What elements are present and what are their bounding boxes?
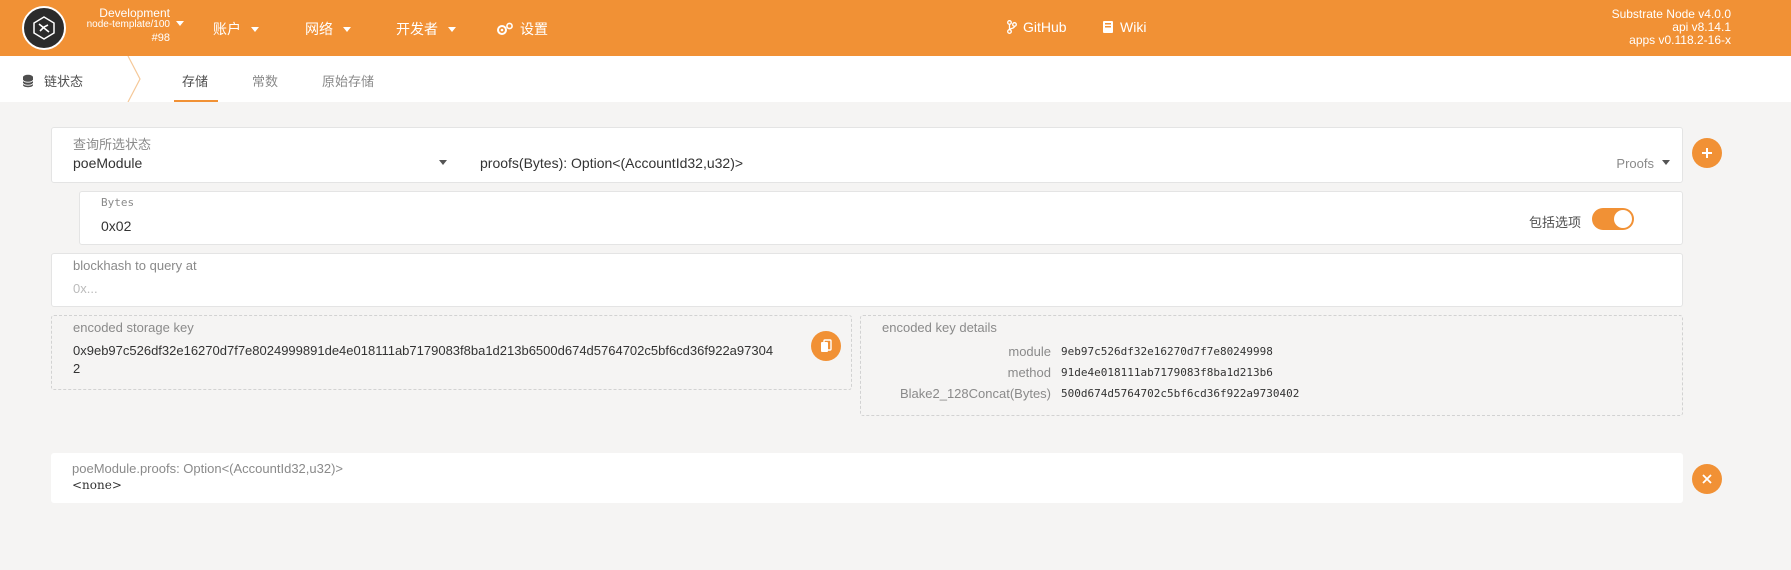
github-link[interactable]: GitHub: [1007, 19, 1067, 35]
chevron-down-icon: [439, 160, 447, 165]
menu-developer[interactable]: 开发者: [396, 19, 456, 39]
chevron-down-icon: [343, 26, 351, 32]
active-tab-indicator: [174, 100, 218, 102]
key-details-label: encoded key details: [882, 320, 997, 335]
menu-developer-label: 开发者: [396, 21, 438, 37]
module-value: poeModule: [73, 155, 143, 171]
breadcrumb-separator: [127, 56, 141, 102]
key-detail-name: module: [1008, 344, 1051, 359]
version-info: Substrate Node v4.0.0 api v8.14.1 apps v…: [1612, 8, 1731, 47]
blockhash-input[interactable]: 0x...: [73, 281, 98, 296]
apps-version: apps v0.118.2-16-x: [1629, 33, 1731, 47]
top-navigation-bar: Development node-template/100 #98 账户 网络 …: [0, 0, 1791, 56]
key-detail-value: 9eb97c526df32e16270d7f7e80249998: [1061, 345, 1273, 358]
menu-network-label: 网络: [305, 21, 333, 37]
wiki-label: Wiki: [1120, 19, 1147, 35]
method-dropdown[interactable]: proofs(Bytes): Option<(AccountId32,u32)>…: [452, 128, 1682, 184]
chevron-down-icon: [1662, 160, 1670, 165]
encoded-key-details: encoded key details module 9eb97c526df32…: [860, 315, 1683, 416]
query-result: poeModule.proofs: Option<(AccountId32,u3…: [51, 453, 1683, 503]
section-chain-state: 链状态: [22, 71, 83, 90]
menu-settings-label: 设置: [520, 21, 548, 37]
result-value: <none>: [72, 478, 122, 492]
blockhash-label: blockhash to query at: [73, 258, 197, 273]
menu-settings[interactable]: 设置: [496, 19, 548, 39]
module-dropdown[interactable]: poeModule: [52, 128, 452, 184]
block-number: #98: [151, 32, 170, 44]
chevron-down-icon: [448, 26, 456, 32]
copy-button[interactable]: [811, 331, 841, 361]
bytes-param: Bytes 0x02 包括选项: [79, 191, 1683, 245]
github-label: GitHub: [1023, 19, 1067, 35]
toggle-knob: [1614, 210, 1632, 228]
include-option-toggle[interactable]: [1592, 208, 1634, 230]
method-value: proofs(Bytes): Option<(AccountId32,u32)>: [480, 155, 744, 171]
add-query-button[interactable]: [1692, 138, 1722, 168]
chevron-down-icon: [251, 26, 259, 32]
plus-icon: [1702, 148, 1712, 158]
key-detail-value: 91de4e018111ab7179083f8ba1d213b6: [1061, 366, 1273, 379]
wiki-link[interactable]: Wiki: [1102, 19, 1146, 35]
blockhash-field[interactable]: blockhash to query at 0x...: [51, 253, 1683, 307]
chevron-down-icon[interactable]: [176, 21, 184, 26]
chain-selector[interactable]: Development node-template/100 #98: [70, 7, 170, 44]
bytes-label: Bytes: [101, 196, 135, 209]
code-branch-icon: [1007, 20, 1017, 34]
bytes-input[interactable]: 0x02: [101, 218, 131, 234]
chain-name: Development: [99, 6, 170, 20]
encoded-storage-key: encoded storage key 0x9eb97c526df32e1627…: [51, 315, 852, 390]
result-label: poeModule.proofs: Option<(AccountId32,u3…: [72, 461, 344, 476]
remove-result-button[interactable]: [1692, 464, 1722, 494]
gears-icon: [497, 22, 513, 35]
include-option-label: 包括选项: [1529, 215, 1582, 230]
encoded-key-value: 0x9eb97c526df32e16270d7f7e8024999891de4e…: [73, 342, 833, 378]
key-detail-name: Blake2_128Concat(Bytes): [899, 386, 1051, 401]
menu-accounts[interactable]: 账户: [213, 19, 259, 39]
encoded-key-line2: 2: [73, 361, 81, 376]
tab-raw-storage[interactable]: 原始存储: [322, 71, 374, 90]
tab-bar: 链状态 存储 常数 原始存储: [0, 56, 1791, 102]
database-icon: [22, 74, 34, 87]
substrate-logo-icon[interactable]: [22, 6, 66, 50]
menu-network[interactable]: 网络: [305, 19, 351, 39]
close-icon: [1702, 474, 1712, 484]
tab-constants[interactable]: 常数: [252, 71, 278, 90]
chain-spec: node-template/100: [86, 19, 170, 30]
copy-icon: [821, 339, 832, 352]
book-icon: [1103, 21, 1113, 33]
key-detail-value: 500d674d5764702c5bf6cd36f922a9730402: [1061, 387, 1300, 400]
menu-accounts-label: 账户: [213, 21, 241, 37]
tab-storage[interactable]: 存储: [182, 71, 208, 90]
encoded-key-label: encoded storage key: [73, 320, 194, 335]
query-selector: 查询所选状态 poeModule proofs(Bytes): Option<(…: [51, 127, 1683, 183]
section-label: 链状态: [44, 74, 84, 89]
method-hint: Proofs: [1616, 156, 1654, 171]
key-detail-name: method: [1007, 365, 1051, 380]
encoded-key-line1: 0x9eb97c526df32e16270d7f7e8024999891de4e…: [73, 343, 774, 358]
